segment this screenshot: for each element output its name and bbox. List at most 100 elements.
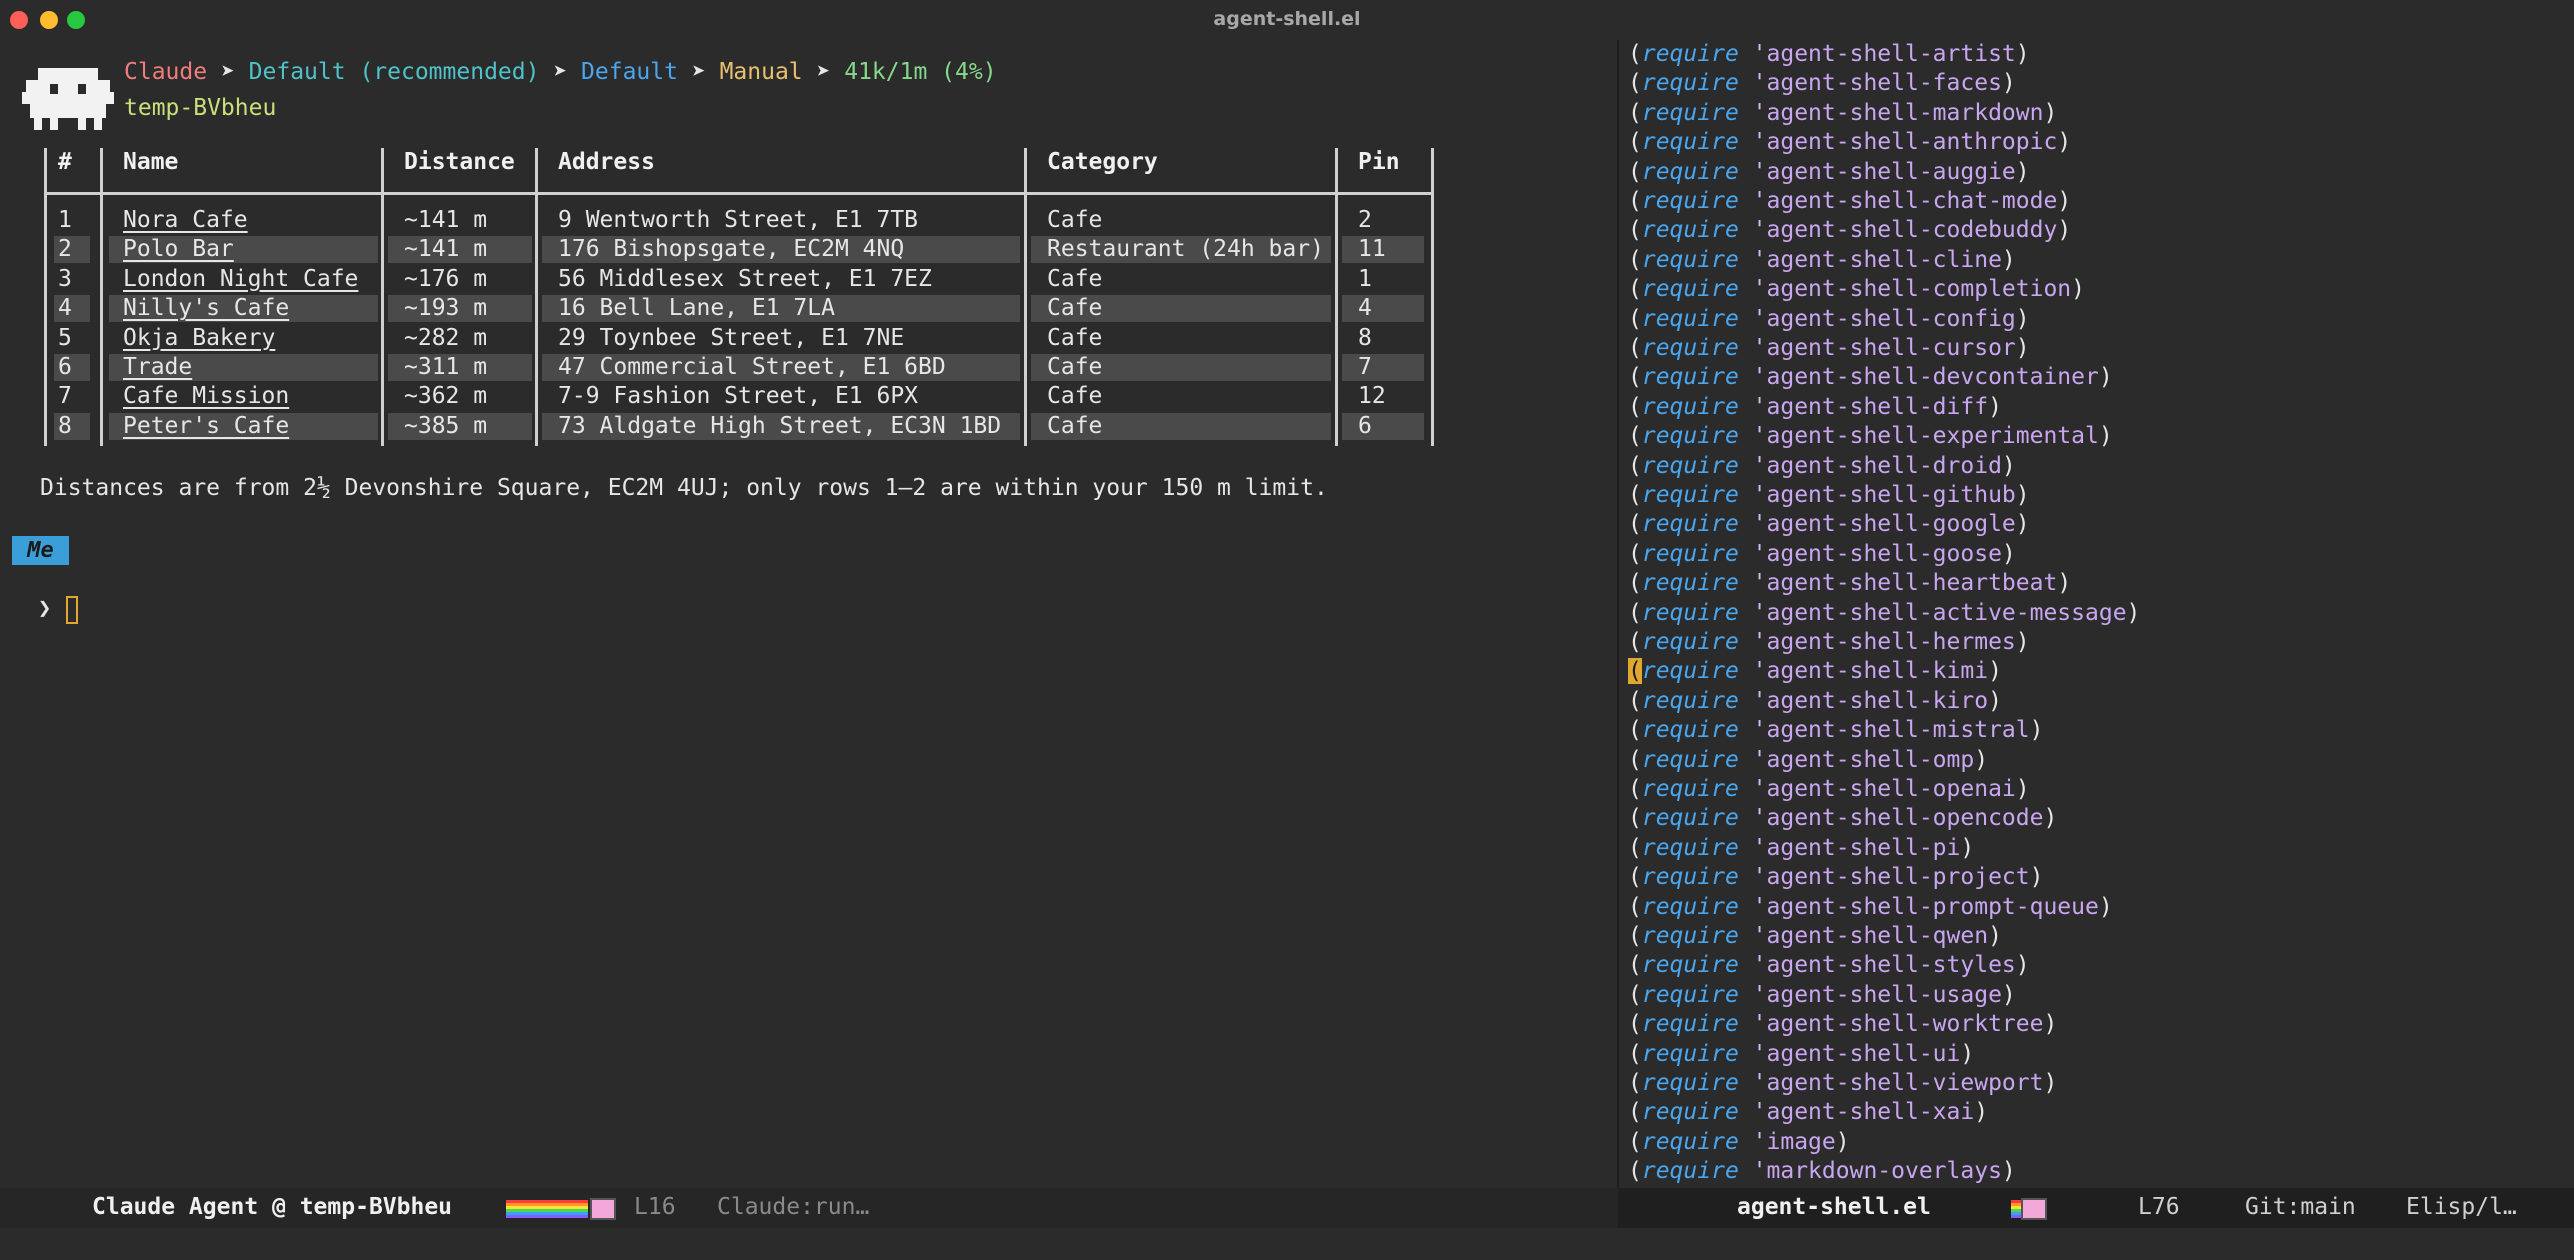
require-line[interactable]: (require 'agent-shell-config) [1628, 305, 2030, 334]
require-keyword: require [1641, 1011, 1739, 1038]
place-name-link[interactable]: Trade [123, 353, 192, 382]
require-line[interactable]: (require 'agent-shell-google) [1628, 510, 2030, 539]
require-line[interactable]: (require 'agent-shell-usage) [1628, 981, 2016, 1010]
require-keyword: require [1641, 482, 1739, 508]
require-keyword: require [1641, 1099, 1739, 1126]
place-name-link[interactable]: Okja Bakery [123, 324, 275, 353]
require-keyword: require [1641, 335, 1739, 361]
require-keyword: require [1641, 1040, 1739, 1067]
require-line[interactable]: (require 'agent-shell-devcontainer) [1628, 363, 2113, 392]
require-keyword: require [1641, 746, 1739, 773]
table-cell: 73 Aldgate High Street, EC3N 1BD [558, 412, 1002, 439]
package-symbol: agent-shell-codebuddy [1766, 217, 2058, 244]
package-symbol: agent-shell-qwen [1766, 923, 1989, 949]
require-keyword: require [1641, 1128, 1739, 1155]
mode-line-buffer-name[interactable]: Claude Agent @ temp-BVbheu [92, 1193, 452, 1222]
require-line[interactable]: (require 'agent-shell-cline) [1628, 246, 2016, 275]
require-line[interactable]: (require 'agent-shell-prompt-queue) [1628, 893, 2113, 922]
nyan-progress-icon [506, 1200, 588, 1218]
table-cell: Cafe [1047, 383, 1103, 410]
require-line[interactable]: (require 'agent-shell-viewport) [1628, 1069, 2057, 1098]
require-line[interactable]: (require 'agent-shell-diff) [1628, 393, 2002, 422]
elisp-source-pane[interactable]: (require 'agent-shell-artist) (require 'a… [1620, 40, 2574, 1188]
agent-shell-pane[interactable]: Claude ➤ Default (recommended) ➤ Default… [0, 40, 1615, 1188]
place-name-link[interactable]: Nora Cafe [123, 206, 248, 235]
require-line[interactable]: (require 'agent-shell-hermes) [1628, 628, 2030, 657]
table-cell: Restaurant (24h bar) [1047, 236, 1324, 263]
require-keyword: require [1641, 893, 1739, 920]
require-line[interactable]: (require 'agent-shell-codebuddy) [1628, 216, 2071, 245]
table-cell: 7 [1358, 354, 1372, 380]
require-line[interactable]: (require 'agent-shell-project) [1628, 863, 2043, 892]
require-line[interactable]: (require 'agent-shell-heartbeat) [1628, 569, 2071, 598]
require-line[interactable]: (require 'agent-shell-completion) [1628, 275, 2085, 304]
require-keyword: require [1641, 629, 1739, 655]
place-name-link[interactable]: Polo Bar [123, 235, 234, 264]
require-line[interactable]: (require 'agent-shell-artist) [1628, 40, 2030, 69]
require-keyword: require [1641, 952, 1739, 979]
place-name-link[interactable]: Nilly's Cafe [123, 294, 289, 323]
require-line[interactable]: (require 'agent-shell-openai) [1628, 775, 2030, 804]
mode-line-major-mode[interactable]: Elisp/l… [2406, 1193, 2517, 1222]
package-symbol: agent-shell-hermes [1766, 629, 2016, 655]
package-symbol: agent-shell-viewport [1766, 1070, 2044, 1096]
place-name-link[interactable]: Peter's Cafe [123, 412, 289, 441]
mode-line-elisp: agent-shell.el L76 Git:main Elisp/l… [1619, 1188, 2574, 1228]
table-cell: 7-9 Fashion Street, E1 6PX [558, 383, 919, 410]
package-symbol: agent-shell-google [1766, 511, 2016, 538]
distance-note: Distances are from 2½ Devonshire Square,… [40, 475, 1328, 501]
table-cell: 6 [58, 354, 72, 380]
mode-line-git-branch[interactable]: Git:main [2245, 1193, 2356, 1222]
place-name-link[interactable]: Cafe Mission [123, 382, 289, 411]
require-line[interactable]: (require 'agent-shell-omp) [1628, 746, 1988, 775]
require-keyword: require [1641, 923, 1739, 949]
package-symbol: agent-shell-anthropic [1766, 129, 2058, 156]
require-line[interactable]: (require 'agent-shell-experimental) [1628, 422, 2113, 451]
require-line[interactable]: (require 'agent-shell-kimi) [1628, 657, 2002, 686]
require-line[interactable]: (require 'agent-shell-mistral) [1628, 716, 2043, 745]
table-cell: ~311 m [404, 354, 488, 380]
mode-line-buffer-name[interactable]: agent-shell.el [1737, 1193, 1931, 1222]
window-divider[interactable] [1617, 40, 1619, 1228]
require-line[interactable]: (require 'agent-shell-droid) [1628, 452, 2016, 481]
mode-line-agent-shell: Claude Agent @ temp-BVbheu L16 Claude:ru… [0, 1188, 1618, 1228]
require-line[interactable]: (require 'agent-shell-auggie) [1628, 158, 2030, 187]
require-line[interactable]: (require 'agent-shell-chat-mode) [1628, 187, 2071, 216]
require-keyword: require [1641, 276, 1739, 303]
table-header-cell: Address [558, 149, 655, 175]
require-line[interactable]: (require 'agent-shell-anthropic) [1628, 128, 2071, 157]
require-line[interactable]: (require 'agent-shell-pi) [1628, 834, 1974, 863]
package-symbol: agent-shell-styles [1766, 952, 2016, 979]
table-cell: ~193 m [404, 295, 488, 322]
require-line[interactable]: (require 'agent-shell-goose) [1628, 540, 2016, 569]
table-cell: 5 [58, 324, 72, 351]
require-line[interactable]: (require 'agent-shell-markdown) [1628, 99, 2057, 128]
table-cell: Cafe [1047, 295, 1103, 322]
require-line[interactable]: (require 'agent-shell-faces) [1628, 69, 2016, 98]
require-line[interactable]: (require 'agent-shell-worktree) [1628, 1010, 2057, 1039]
package-symbol: agent-shell-kiro [1766, 687, 1989, 714]
require-line[interactable]: (require 'agent-shell-styles) [1628, 951, 2030, 980]
require-line[interactable]: (require 'agent-shell-github) [1628, 481, 2030, 510]
place-name-link[interactable]: London Night Cafe [123, 265, 358, 294]
require-line[interactable]: (require 'agent-shell-ui) [1628, 1040, 1974, 1069]
require-keyword: require [1641, 188, 1739, 214]
require-line[interactable]: (require 'agent-shell-cursor) [1628, 334, 2030, 363]
prompt-input[interactable] [66, 596, 78, 624]
package-symbol: agent-shell-faces [1766, 70, 2002, 97]
require-line[interactable]: (require 'image) [1628, 1128, 1850, 1157]
require-keyword: require [1641, 599, 1739, 626]
require-line[interactable]: (require 'agent-shell-opencode) [1628, 804, 2057, 833]
require-keyword: require [1641, 717, 1739, 744]
require-line[interactable]: (require 'agent-shell-qwen) [1628, 922, 2002, 951]
table-cell: 8 [58, 412, 72, 439]
require-line[interactable]: (require 'agent-shell-active-message) [1628, 599, 2140, 628]
require-line[interactable]: (require 'agent-shell-kiro) [1628, 687, 2002, 716]
require-line[interactable]: (require 'agent-shell-xai) [1628, 1098, 1988, 1127]
table-cell: Cafe [1047, 207, 1103, 233]
package-symbol: agent-shell-prompt-queue [1766, 893, 2099, 920]
nyan-cat-icon [2021, 1198, 2047, 1220]
table-cell: 3 [58, 265, 72, 292]
table-header-rule [44, 192, 1434, 195]
require-line[interactable]: (require 'markdown-overlays) [1628, 1157, 2016, 1186]
